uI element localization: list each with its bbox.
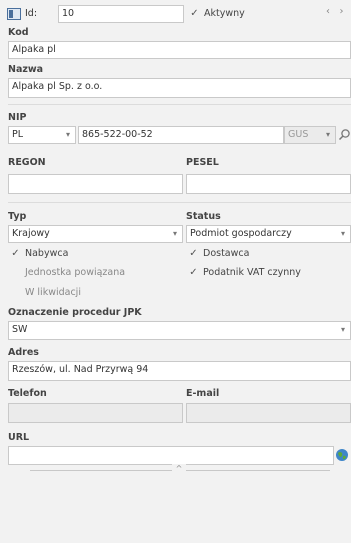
dostawca-label: Dostawca (203, 248, 250, 259)
id-field[interactable]: 10 (58, 5, 184, 23)
id-value: 10 (62, 8, 75, 19)
next-icon[interactable]: › (340, 6, 344, 17)
globe-icon[interactable] (335, 448, 349, 465)
chevron-up-icon[interactable]: ^ (176, 464, 183, 473)
status-value: Podmiot gospodarczy (190, 228, 292, 239)
chevron-down-icon[interactable]: ▾ (321, 127, 335, 143)
nazwa-value: Alpaka pl Sp. z o.o. (12, 81, 103, 92)
gus-label: GUS (288, 129, 309, 140)
dostawca-checkbox[interactable]: ✓ Dostawca (188, 247, 249, 261)
nip-country-value: PL (12, 129, 24, 140)
collapse-handle[interactable]: ^ (172, 464, 186, 474)
email-field[interactable] (186, 403, 351, 423)
pesel-label: PESEL (186, 157, 219, 168)
jpk-value: SW (12, 324, 28, 335)
check-icon: ✓ (189, 248, 198, 259)
url-field[interactable] (8, 446, 334, 465)
search-icon[interactable] (338, 128, 351, 144)
prev-icon[interactable]: ‹ (326, 6, 330, 17)
telefon-field[interactable] (8, 403, 183, 423)
status-label: Status (186, 211, 221, 222)
regon-field[interactable] (8, 174, 183, 194)
vat-label: Podatnik VAT czynny (203, 267, 301, 278)
pesel-field[interactable] (186, 174, 351, 194)
nav-arrows-icon[interactable]: ‹ › (326, 6, 344, 17)
divider (8, 104, 351, 105)
vat-checkbox[interactable]: ✓ Podatnik VAT czynny (188, 266, 301, 280)
id-label: Id: (25, 8, 38, 19)
likwidacja-checkbox[interactable]: W likwidacji (10, 286, 81, 300)
nazwa-field[interactable]: Alpaka pl Sp. z o.o. (8, 78, 351, 98)
nazwa-label: Nazwa (8, 64, 44, 75)
nip-country-select[interactable]: PL ▾ (8, 126, 76, 144)
chevron-down-icon[interactable]: ▾ (168, 226, 182, 242)
chevron-down-icon[interactable]: ▾ (336, 226, 350, 242)
jpk-label: Oznaczenie procedur JPK (8, 307, 142, 318)
divider (8, 202, 351, 203)
status-select[interactable]: Podmiot gospodarczy ▾ (186, 225, 351, 243)
check-icon: ✓ (189, 267, 198, 278)
nip-label: NIP (8, 112, 27, 123)
nip-value: 865-522-00-52 (82, 129, 153, 140)
gus-button[interactable]: GUS ▾ (284, 126, 336, 144)
jednostka-label: Jednostka powiązana (25, 267, 126, 278)
likwidacja-label: W likwidacji (25, 287, 81, 298)
nabywca-checkbox[interactable]: ✓ Nabywca (10, 247, 68, 261)
active-checkbox[interactable]: ✓ Aktywny (189, 7, 245, 21)
nip-field[interactable]: 865-522-00-52 (78, 126, 284, 144)
check-icon: ✓ (190, 8, 199, 19)
telefon-label: Telefon (8, 388, 47, 399)
jpk-select[interactable]: SW ▾ (8, 321, 351, 340)
kod-field[interactable]: Alpaka pl (8, 41, 351, 59)
id-card-icon (7, 8, 21, 20)
kod-label: Kod (8, 27, 29, 38)
jednostka-checkbox[interactable]: Jednostka powiązana (10, 266, 125, 280)
active-label: Aktywny (204, 8, 245, 19)
nabywca-label: Nabywca (25, 248, 69, 259)
regon-label: REGON (8, 157, 46, 168)
typ-value: Krajowy (12, 228, 50, 239)
adres-label: Adres (8, 347, 39, 358)
typ-select[interactable]: Krajowy ▾ (8, 225, 183, 243)
typ-label: Typ (8, 211, 27, 222)
url-label: URL (8, 432, 30, 443)
check-icon: ✓ (11, 248, 20, 259)
chevron-down-icon[interactable]: ▾ (61, 127, 75, 143)
email-label: E-mail (186, 388, 220, 399)
adres-field[interactable]: Rzeszów, ul. Nad Przyrwą 94 (8, 361, 351, 381)
adres-value: Rzeszów, ul. Nad Przyrwą 94 (12, 364, 149, 375)
chevron-down-icon[interactable]: ▾ (336, 322, 350, 338)
kod-value: Alpaka pl (12, 44, 56, 55)
